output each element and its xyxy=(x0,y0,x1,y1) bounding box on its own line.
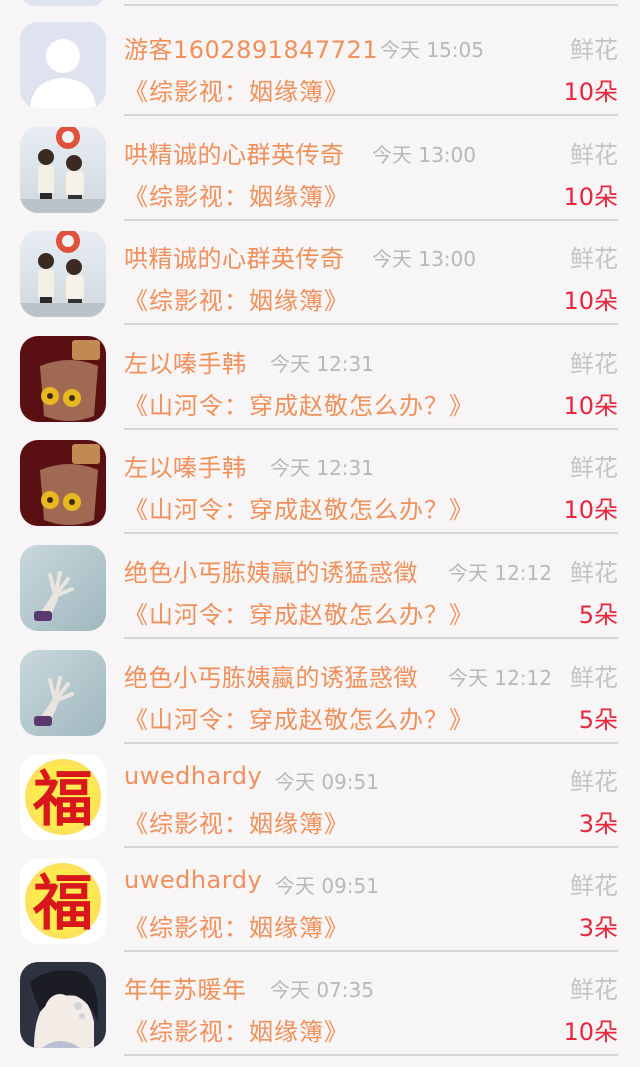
book-title-link[interactable]: 《综影视：姻缘簿》 xyxy=(124,281,349,316)
timestamp: 今天 09:51 xyxy=(275,874,379,898)
book-title-link[interactable]: 《综影视：姻缘簿》 xyxy=(124,1012,349,1047)
gift-type-label: 鲜花 xyxy=(570,36,618,64)
divider xyxy=(124,219,618,221)
user-name[interactable]: 绝色小丐胨姨蠃的诱猛惑徵 xyxy=(124,553,418,588)
book-title-link[interactable]: 《综影视：姻缘簿》 xyxy=(124,908,349,943)
divider xyxy=(124,742,618,744)
gift-type-label: 鲜花 xyxy=(570,872,618,900)
list-item[interactable]: 福 uwedhardy 今天 09:51 鲜花 《综影视：姻缘簿》 3朵 xyxy=(0,754,640,859)
user-avatar[interactable]: 福 xyxy=(20,858,106,944)
user-name[interactable]: 年年苏暖年 xyxy=(124,970,247,1005)
gift-type-label: 鲜花 xyxy=(570,559,618,587)
user-name[interactable]: 左以嗪手韩 xyxy=(124,448,247,483)
book-title-link[interactable]: 《综影视：姻缘簿》 xyxy=(124,177,349,212)
flower-gift-list: 游客1602891847721 今天 15:05 鲜花 《综影视：姻缘簿》 10… xyxy=(0,0,640,1056)
user-avatar[interactable] xyxy=(20,231,106,317)
timestamp: 今天 12:12 xyxy=(448,561,552,585)
timestamp: 今天 12:12 xyxy=(448,666,552,690)
user-avatar[interactable] xyxy=(20,440,106,526)
gift-type-label: 鲜花 xyxy=(570,664,618,692)
gift-type-label: 鲜花 xyxy=(570,976,618,1004)
svg-text:福: 福 xyxy=(32,765,93,835)
gift-type-label: 鲜花 xyxy=(570,350,618,378)
divider xyxy=(124,1054,618,1056)
timestamp: 今天 12:31 xyxy=(270,456,374,480)
user-avatar[interactable] xyxy=(20,650,106,736)
user-name[interactable]: 哄精诚的心群英传奇 xyxy=(124,135,345,170)
list-item[interactable]: 福 uwedhardy 今天 09:51 鲜花 《综影视：姻缘簿》 3朵 xyxy=(0,858,640,963)
divider xyxy=(124,846,618,848)
flower-count: 10朵 xyxy=(563,1018,618,1046)
list-item[interactable]: 游客1602891847721 今天 15:05 鲜花 《综影视：姻缘簿》 10… xyxy=(0,22,640,127)
user-name[interactable]: uwedhardy xyxy=(124,866,262,894)
book-title-link[interactable]: 《山河令：穿成赵敬怎么办？》 xyxy=(124,595,474,630)
book-title-link[interactable]: 《山河令：穿成赵敬怎么办？》 xyxy=(124,490,474,525)
gift-type-label: 鲜花 xyxy=(570,768,618,796)
book-title-link[interactable]: 《山河令：穿成赵敬怎么办？》 xyxy=(124,700,474,735)
gift-type-label: 鲜花 xyxy=(570,245,618,273)
user-avatar[interactable]: 福 xyxy=(20,754,106,840)
list-item[interactable]: 绝色小丐胨姨蠃的诱猛惑徵 今天 12:12 鲜花 《山河令：穿成赵敬怎么办？》 … xyxy=(0,545,640,650)
timestamp: 今天 12:31 xyxy=(270,352,374,376)
book-title-link[interactable]: 《山河令：穿成赵敬怎么办？》 xyxy=(124,386,474,421)
list-item[interactable]: 年年苏暖年 今天 07:35 鲜花 《综影视：姻缘簿》 10朵 xyxy=(0,962,640,1067)
divider xyxy=(124,950,618,952)
gift-type-label: 鲜花 xyxy=(570,141,618,169)
user-name[interactable]: 哄精诚的心群英传奇 xyxy=(124,239,345,274)
list-item[interactable]: 哄精诚的心群英传奇 今天 13:00 鲜花 《综影视：姻缘簿》 10朵 xyxy=(0,231,640,336)
user-name[interactable]: 左以嗪手韩 xyxy=(124,344,247,379)
timestamp: 今天 13:00 xyxy=(372,143,476,167)
timestamp: 今天 13:00 xyxy=(372,247,476,271)
user-avatar[interactable] xyxy=(20,545,106,631)
flower-count: 3朵 xyxy=(578,914,618,942)
user-name[interactable]: 游客1602891847721 xyxy=(124,30,378,65)
list-item[interactable]: 左以嗪手韩 今天 12:31 鲜花 《山河令：穿成赵敬怎么办？》 10朵 xyxy=(0,336,640,441)
divider xyxy=(124,637,618,639)
user-name[interactable]: 绝色小丐胨姨蠃的诱猛惑徵 xyxy=(124,658,418,693)
timestamp: 今天 15:05 xyxy=(380,38,484,62)
flower-count: 10朵 xyxy=(563,392,618,420)
book-title-link[interactable]: 《综影视：姻缘簿》 xyxy=(124,72,349,107)
flower-count: 3朵 xyxy=(578,810,618,838)
flower-count: 10朵 xyxy=(563,78,618,106)
timestamp: 今天 07:35 xyxy=(270,978,374,1002)
gift-type-label: 鲜花 xyxy=(570,454,618,482)
user-avatar[interactable] xyxy=(20,962,106,1048)
list-item[interactable]: 哄精诚的心群英传奇 今天 13:00 鲜花 《综影视：姻缘簿》 10朵 xyxy=(0,127,640,232)
user-avatar[interactable] xyxy=(20,22,106,108)
previous-avatar-edge xyxy=(20,0,106,6)
user-avatar[interactable] xyxy=(20,127,106,213)
user-name[interactable]: uwedhardy xyxy=(124,762,262,790)
flower-count: 10朵 xyxy=(563,496,618,524)
flower-count: 5朵 xyxy=(578,706,618,734)
list-item[interactable]: 绝色小丐胨姨蠃的诱猛惑徵 今天 12:12 鲜花 《山河令：穿成赵敬怎么办？》 … xyxy=(0,650,640,755)
flower-count: 10朵 xyxy=(563,287,618,315)
flower-count: 10朵 xyxy=(563,183,618,211)
user-avatar[interactable] xyxy=(20,336,106,422)
flower-count: 5朵 xyxy=(578,601,618,629)
divider xyxy=(124,532,618,534)
timestamp: 今天 09:51 xyxy=(275,770,379,794)
divider xyxy=(124,323,618,325)
divider xyxy=(124,428,618,430)
divider xyxy=(124,114,618,116)
book-title-link[interactable]: 《综影视：姻缘簿》 xyxy=(124,804,349,839)
divider xyxy=(124,4,618,6)
svg-text:福: 福 xyxy=(32,869,93,939)
list-item[interactable]: 左以嗪手韩 今天 12:31 鲜花 《山河令：穿成赵敬怎么办？》 10朵 xyxy=(0,440,640,545)
